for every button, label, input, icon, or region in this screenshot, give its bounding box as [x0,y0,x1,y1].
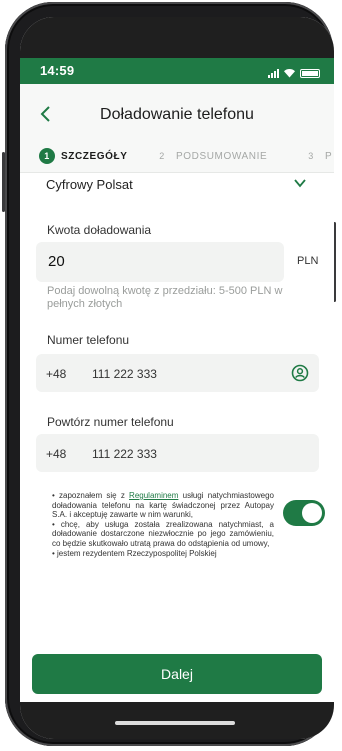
step-number: 2 [159,151,165,161]
contact-book-icon[interactable] [291,364,309,382]
step-label: P [325,150,333,162]
currency-label: PLN [297,255,319,267]
amount-value: 20 [48,253,65,270]
top-bezel [20,17,334,61]
operator-value: Cyfrowy Polsat [46,177,133,192]
step-number: 1 [39,148,55,164]
phone-frame: 14:59 Doładowanie telefonu 1 SZCZEGÓŁY 2… [2,2,336,746]
chevron-down-icon [294,179,306,188]
phone-label: Numer telefonu [47,333,130,347]
wifi-icon [284,69,295,78]
app-header: Doładowanie telefonu [20,84,334,142]
repeat-phone-prefix: +48 [46,447,67,461]
next-button[interactable]: Dalej [32,654,322,694]
step-label: SZCZEGÓŁY [61,150,128,162]
amount-label: Kwota doładowania [47,223,152,237]
phone-input[interactable]: +48 111 222 333 [36,354,319,392]
signal-icon [268,69,279,78]
regulations-link[interactable]: Regulaminem [129,491,178,500]
step-label: PODSUMOWANIE [176,150,268,162]
step-indicator: 1 SZCZEGÓŁY 2 PODSUMOWANIE 3 P [20,142,334,173]
phone-value: 111 222 333 [92,367,157,381]
battery-icon [300,69,320,78]
screen: 14:59 Doładowanie telefonu 1 SZCZEGÓŁY 2… [20,17,334,739]
step-third: 3 P [303,148,332,164]
step-details: 1 SZCZEGÓŁY [39,148,128,164]
consent-text-part: • zapoznałem się z [52,491,130,500]
amount-input[interactable]: 20 [36,242,284,282]
consent-toggle[interactable] [283,500,325,526]
step-summary: 2 PODSUMOWANIE [154,148,267,164]
amount-hint: Podaj dowolną kwotę z przedziału: 5-500 … [47,285,283,310]
repeat-phone-value: 111 222 333 [92,447,157,461]
side-button [2,152,5,212]
status-bar: 14:59 [20,58,334,84]
consent-text: • zapoznałem się z Regulaminem usługi na… [52,491,274,558]
step-number: 3 [308,151,314,161]
status-time: 14:59 [40,63,75,78]
status-icons [268,64,320,78]
operator-select[interactable]: Cyfrowy Polsat [36,173,319,199]
page-title: Doładowanie telefonu [100,106,254,123]
repeat-phone-input[interactable]: +48 111 222 333 [36,434,319,472]
bottom-bezel [20,702,334,739]
consent-line: • zapoznałem się z Regulaminem usługi na… [52,491,274,520]
consent-line: • chcę, aby usługa została zrealizowana … [52,519,274,548]
phone-prefix: +48 [46,367,67,381]
toggle-knob [302,503,322,523]
home-indicator[interactable] [115,721,235,725]
consent-line: • jestem rezydentem Rzeczypospolitej Pol… [52,548,217,558]
repeat-phone-label: Powtórz numer telefonu [47,415,174,429]
